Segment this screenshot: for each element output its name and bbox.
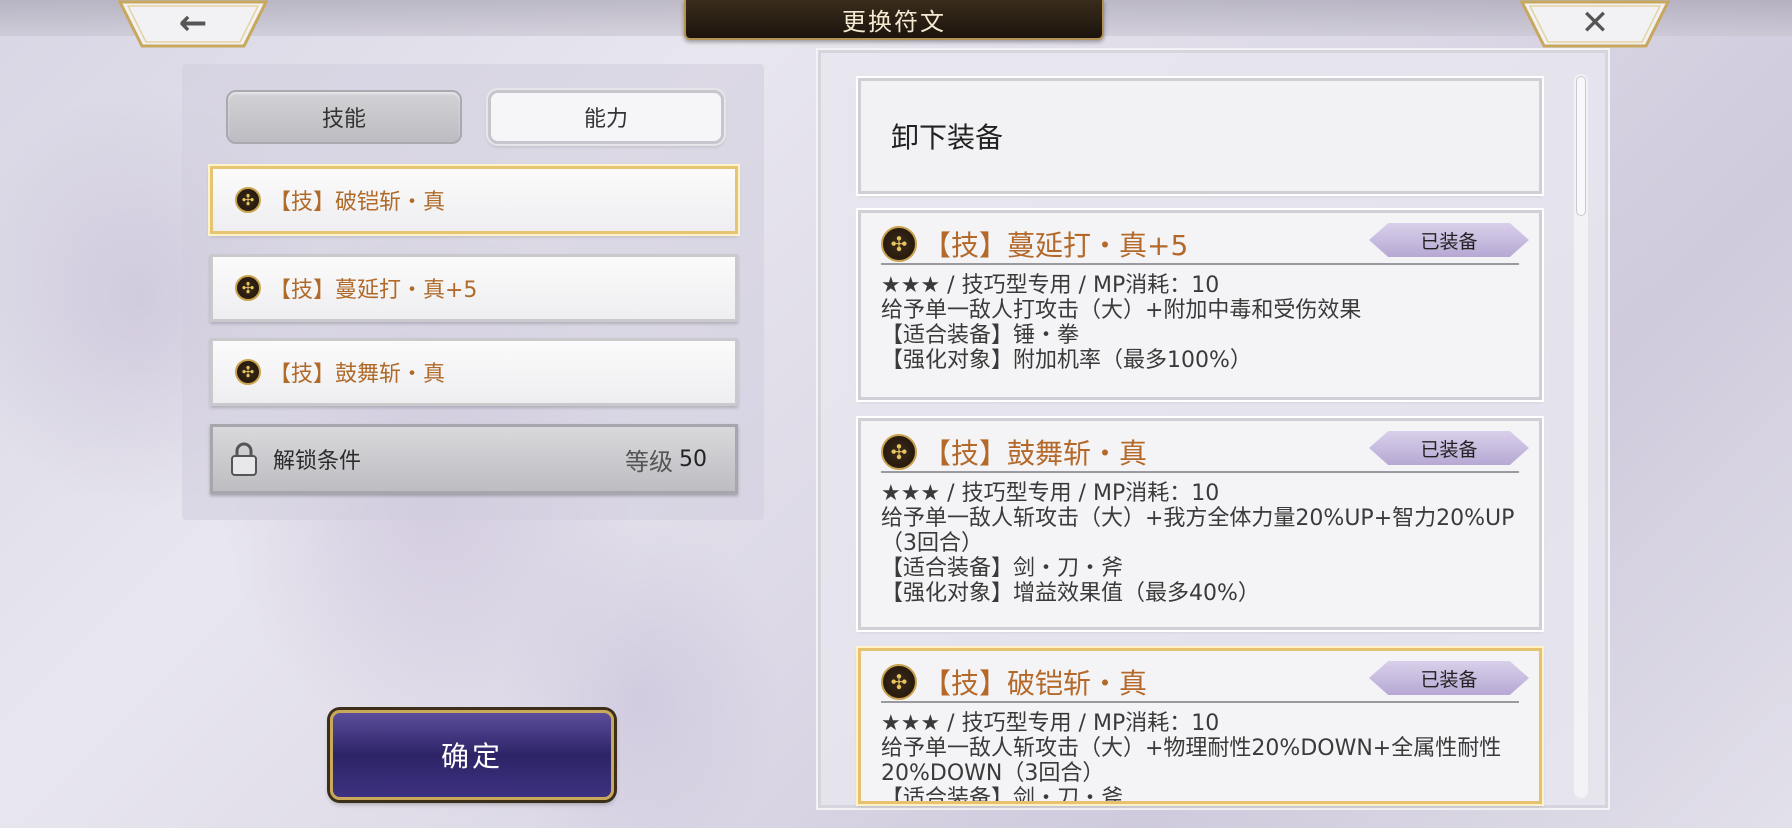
rune-card-line: 【适合装备】锤・拳 xyxy=(881,323,1080,348)
level-label: 等级 xyxy=(625,447,673,476)
rune-slot-label: 【技】破铠斩・真 xyxy=(269,190,446,215)
rune-card-line: 【适合装备】剑・刀・斧 xyxy=(881,556,1124,581)
rune-card-1[interactable]: ✣ 【技】蔓延打・真+5 已装备 ★★★ / 技巧型专用 / MP消耗：10 给… xyxy=(858,210,1542,400)
back-arrow-icon: ← xyxy=(178,3,208,43)
back-button[interactable]: ← xyxy=(118,0,268,50)
rune-icon: ✣ xyxy=(881,226,917,262)
rune-card-3[interactable]: ✣ 【技】破铠斩・真 已装备 ★★★ / 技巧型专用 / MP消耗：10 给予单… xyxy=(858,648,1542,804)
rune-card-name: 【技】蔓延打・真+5 xyxy=(923,229,1189,262)
rune-slot-3[interactable]: ✣ 【技】鼓舞斩・真 xyxy=(210,338,738,406)
confirm-button[interactable]: 确定 xyxy=(330,710,614,800)
rune-card-description: ★★★ / 技巧型专用 / MP消耗：10 给予单一敌人斩攻击（大）+物理耐性2… xyxy=(881,703,1519,804)
scroll-thumb[interactable] xyxy=(1576,76,1586,216)
locked-slot: 解锁条件 等级 50 xyxy=(210,424,738,494)
rune-card-line: 【适合装备】剑・刀・斧 xyxy=(881,786,1124,804)
tab-ability[interactable]: 能力 xyxy=(488,90,724,144)
rune-icon: ✣ xyxy=(235,359,261,385)
rune-card-line: 给予单一敌人斩攻击（大）+我方全体力量20%UP+智力20%UP（3回合） xyxy=(881,506,1515,556)
unequip-button[interactable]: 卸下装备 xyxy=(858,78,1542,194)
close-icon: ✕ xyxy=(1580,3,1610,43)
page-title: 更换符文 xyxy=(684,0,1104,40)
rune-slot-label: 【技】鼓舞斩・真 xyxy=(269,362,446,387)
rune-slot-2[interactable]: ✣ 【技】蔓延打・真+5 xyxy=(210,254,738,322)
equipped-badge: 已装备 xyxy=(1369,661,1529,695)
rune-card-line: 【强化对象】增益效果值（最多40%） xyxy=(881,581,1260,606)
rune-card-description: ★★★ / 技巧型专用 / MP消耗：10 给予单一敌人打攻击（大）+附加中毒和… xyxy=(881,265,1519,373)
rune-icon: ✣ xyxy=(881,434,917,470)
scrollbar[interactable] xyxy=(1574,74,1588,798)
rune-icon: ✣ xyxy=(235,275,261,301)
rune-card-line: ★★★ / 技巧型专用 / MP消耗：10 xyxy=(881,711,1220,736)
rune-card-2[interactable]: ✣ 【技】鼓舞斩・真 已装备 ★★★ / 技巧型专用 / MP消耗：10 给予单… xyxy=(858,418,1542,630)
equipped-badge: 已装备 xyxy=(1369,431,1529,465)
equipped-badge: 已装备 xyxy=(1369,223,1529,257)
tab-skill[interactable]: 技能 xyxy=(226,90,462,144)
rune-card-description: ★★★ / 技巧型专用 / MP消耗：10 给予单一敌人斩攻击（大）+我方全体力… xyxy=(881,473,1519,606)
rune-card-line: ★★★ / 技巧型专用 / MP消耗：10 xyxy=(881,481,1220,506)
rune-card-name: 【技】破铠斩・真 xyxy=(923,667,1148,700)
rune-slot-label: 【技】蔓延打・真+5 xyxy=(269,278,478,303)
rune-card-line: 给予单一敌人打攻击（大）+附加中毒和受伤效果 xyxy=(881,298,1362,323)
lock-icon xyxy=(231,442,257,476)
rune-slot-1[interactable]: ✣ 【技】破铠斩・真 xyxy=(210,166,738,234)
rune-card-line: ★★★ / 技巧型专用 / MP消耗：10 xyxy=(881,273,1220,298)
rune-icon: ✣ xyxy=(235,187,261,213)
unlock-condition-label: 解锁条件 xyxy=(273,449,362,474)
rune-icon: ✣ xyxy=(881,664,917,700)
close-button[interactable]: ✕ xyxy=(1520,0,1670,50)
rune-card-line: 给予单一敌人斩攻击（大）+物理耐性20%DOWN+全属性耐性20%DOWN（3回… xyxy=(881,736,1502,786)
level-value: 50 xyxy=(679,446,707,472)
rune-card-name: 【技】鼓舞斩・真 xyxy=(923,437,1148,470)
rune-card-line: 【强化对象】附加机率（最多100%） xyxy=(881,348,1252,373)
